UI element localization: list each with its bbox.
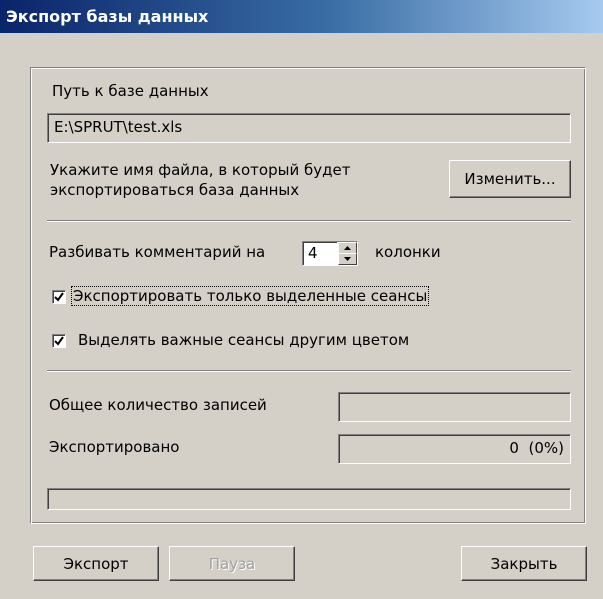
exported-label: Экспортировано <box>49 438 180 456</box>
exported-field: 0 (0%) <box>338 434 571 464</box>
columns-spinner[interactable]: 4 <box>302 241 358 266</box>
file-hint-line-1: Укажите имя файла, в который будет <box>50 161 351 179</box>
highlight-important-label[interactable]: Выделять важные сеансы другим цветом <box>78 331 409 349</box>
columns-value: 4 <box>308 244 318 262</box>
split-comment-suffix: колонки <box>375 243 441 261</box>
highlight-important-checkbox[interactable] <box>52 334 66 348</box>
exported-value: 0 (0%) <box>509 439 564 457</box>
export-progress-bar <box>47 488 571 510</box>
export-selected-text: Экспортировать только выделенные сеансы <box>70 286 430 306</box>
close-button[interactable]: Закрыть <box>461 546 587 581</box>
file-hint-line-2: экспортироваться база данных <box>50 181 300 199</box>
arrow-down-icon <box>344 257 351 261</box>
export-dialog: Экспорт базы данных Путь к базе данных E… <box>0 0 603 599</box>
db-path-label: Путь к базе данных <box>52 82 209 100</box>
pause-button[interactable]: Пауза <box>169 546 295 581</box>
export-button[interactable]: Экспорт <box>33 546 159 581</box>
change-file-button[interactable]: Изменить... <box>449 160 571 198</box>
arrow-up-icon <box>344 246 351 250</box>
spinner-down-button[interactable] <box>338 253 357 265</box>
total-records-label: Общее количество записей <box>49 396 267 414</box>
checkmark-icon <box>54 292 64 302</box>
split-comment-label: Разбивать комментарий на <box>49 243 266 261</box>
divider-2 <box>47 370 571 372</box>
total-records-value <box>339 393 570 401</box>
total-records-field <box>338 392 571 422</box>
db-path-field[interactable]: E:\SPRUT\test.xls <box>47 113 571 143</box>
window-title[interactable]: Экспорт базы данных <box>0 0 603 33</box>
file-hint-text: Укажите имя файла, в который будет экспо… <box>50 160 350 200</box>
db-path-value: E:\SPRUT\test.xls <box>54 118 183 136</box>
export-selected-label[interactable]: Экспортировать только выделенные сеансы <box>70 286 430 306</box>
checkmark-icon <box>54 336 64 346</box>
spinner-buttons <box>337 242 357 265</box>
divider-1 <box>47 220 571 222</box>
export-selected-checkbox[interactable] <box>52 290 66 304</box>
